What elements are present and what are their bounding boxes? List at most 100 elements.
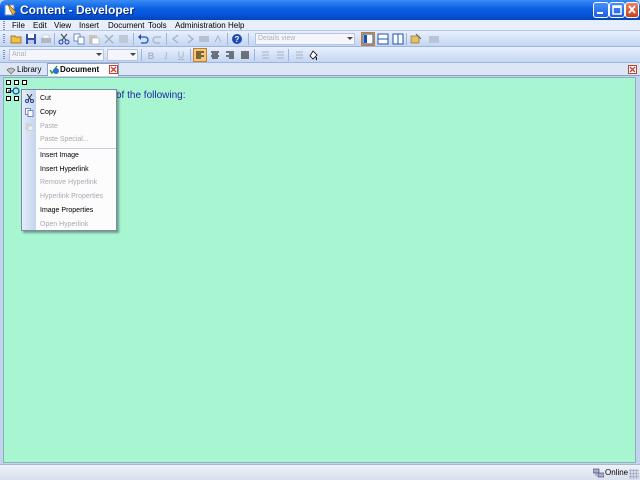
tab-library[interactable]: Library <box>5 64 47 76</box>
standard-toolbar: ? Details view <box>0 31 640 47</box>
toolbar-separator <box>254 49 255 61</box>
toolbar-separator <box>133 33 134 45</box>
italic-icon[interactable]: I <box>160 49 172 61</box>
svg-text:?: ? <box>235 35 240 44</box>
maximize-icon <box>612 5 622 15</box>
tab-document-label: Document <box>60 65 100 74</box>
undo-icon[interactable] <box>137 33 149 45</box>
refresh-icon[interactable] <box>428 33 440 45</box>
connection-status: Online <box>605 468 629 477</box>
redo-icon[interactable] <box>152 33 164 45</box>
align-center-icon[interactable] <box>209 49 221 61</box>
maximize-button[interactable] <box>609 2 625 18</box>
title-bar[interactable]: Content - Developer <box>0 0 640 20</box>
toolbar-separator <box>227 33 228 45</box>
align-right-icon[interactable] <box>224 49 236 61</box>
paste-icon[interactable] <box>88 33 100 45</box>
open-icon[interactable] <box>10 33 22 45</box>
close-icon <box>110 66 117 73</box>
format-painter-icon[interactable] <box>118 33 130 45</box>
underline-icon[interactable]: U <box>175 49 187 61</box>
menu-document[interactable]: Document <box>108 20 144 31</box>
network-online-icon <box>593 468 604 478</box>
copy-icon[interactable] <box>73 33 85 45</box>
menu-item-insert-image[interactable]: Insert Image <box>40 151 79 160</box>
menu-tools[interactable]: Tools <box>148 20 167 31</box>
numbered-list-icon[interactable] <box>258 49 270 61</box>
toolbar-separator <box>288 49 289 61</box>
selection-handle[interactable] <box>14 96 19 101</box>
svg-text:B: B <box>148 51 155 61</box>
toolbar-grip[interactable] <box>3 34 5 44</box>
close-icon <box>629 66 636 73</box>
chevron-down-icon <box>347 37 353 40</box>
spellcheck-icon[interactable] <box>213 33 225 45</box>
align-left-icon <box>196 51 204 59</box>
menu-item-open-hyperlink[interactable]: Open Hyperlink <box>40 220 88 229</box>
menu-item-cut[interactable]: Cut <box>40 94 51 103</box>
svg-text:U: U <box>178 50 185 60</box>
menu-separator <box>38 148 116 149</box>
toolbar-separator <box>141 49 142 61</box>
menu-item-remove-hyperlink[interactable]: Remove Hyperlink <box>40 178 97 187</box>
tile-view-icon <box>362 33 374 45</box>
tab-document[interactable]: Document <box>47 63 119 76</box>
tab-close-button[interactable] <box>109 65 118 74</box>
menu-view[interactable]: View <box>54 20 71 31</box>
cut-icon[interactable] <box>58 33 70 45</box>
document-tabs: Library Document <box>0 63 640 76</box>
menu-item-image-properties[interactable]: Image Properties <box>40 206 93 215</box>
menu-edit[interactable]: Edit <box>33 20 47 31</box>
menu-item-paste-special[interactable]: Paste Special... <box>40 135 89 144</box>
tile-view-button[interactable] <box>361 32 375 46</box>
fill-icon[interactable] <box>307 49 319 61</box>
horizontal-split-icon[interactable] <box>377 33 389 45</box>
minimize-button[interactable] <box>593 2 609 18</box>
properties-icon[interactable] <box>410 33 422 45</box>
toolbar-grip[interactable] <box>3 50 5 60</box>
tab-library-label: Library <box>17 65 42 74</box>
menu-item-copy[interactable]: Copy <box>40 108 56 117</box>
selection-handle[interactable] <box>22 80 27 85</box>
save-icon[interactable] <box>25 33 37 45</box>
close-icon <box>628 5 636 14</box>
delete-icon[interactable] <box>103 33 115 45</box>
menu-file[interactable]: File <box>12 20 25 31</box>
selection-handle[interactable] <box>6 80 11 85</box>
find-icon[interactable] <box>198 33 210 45</box>
menubar-grip[interactable] <box>3 21 5 30</box>
forward-icon[interactable] <box>184 33 196 45</box>
toolbar-separator <box>406 33 407 45</box>
help-icon[interactable]: ? <box>231 33 243 45</box>
outdent-icon[interactable] <box>292 49 304 61</box>
menu-insert[interactable]: Insert <box>79 20 99 31</box>
menu-item-insert-hyperlink[interactable]: Insert Hyperlink <box>40 165 89 174</box>
paste-icon <box>25 123 34 131</box>
editor-content-text: of the following: <box>116 90 186 101</box>
bullet-list-icon[interactable] <box>273 49 285 61</box>
menu-help[interactable]: Help <box>228 20 244 31</box>
menu-administration[interactable]: Administration <box>175 20 226 31</box>
menu-item-hyperlink-properties[interactable]: Hyperlink Properties <box>40 192 103 201</box>
justify-icon[interactable] <box>239 49 251 61</box>
vertical-split-icon[interactable] <box>392 33 404 45</box>
context-menu: Cut Copy Paste Paste Special... Insert I… <box>21 89 117 231</box>
view-combo[interactable]: Details view <box>255 33 355 45</box>
app-icon <box>4 3 17 16</box>
selection-handle[interactable] <box>14 80 19 85</box>
selection-handle[interactable] <box>6 96 11 101</box>
formatting-toolbar: Arial B I U <box>0 47 640 63</box>
font-combo-value: Arial <box>12 51 27 58</box>
menu-bar: File Edit View Insert Document Tools Adm… <box>0 20 640 31</box>
menu-item-paste[interactable]: Paste <box>40 122 58 131</box>
back-icon[interactable] <box>170 33 182 45</box>
font-combo[interactable]: Arial <box>9 49 104 61</box>
font-size-combo[interactable] <box>107 49 138 61</box>
toolbar-separator <box>54 33 55 45</box>
close-button[interactable] <box>625 2 639 18</box>
print-icon[interactable] <box>40 33 52 45</box>
resize-grip[interactable] <box>629 469 639 479</box>
bold-icon[interactable]: B <box>145 49 157 61</box>
close-document-button[interactable] <box>628 65 637 74</box>
align-left-button[interactable] <box>193 48 207 62</box>
